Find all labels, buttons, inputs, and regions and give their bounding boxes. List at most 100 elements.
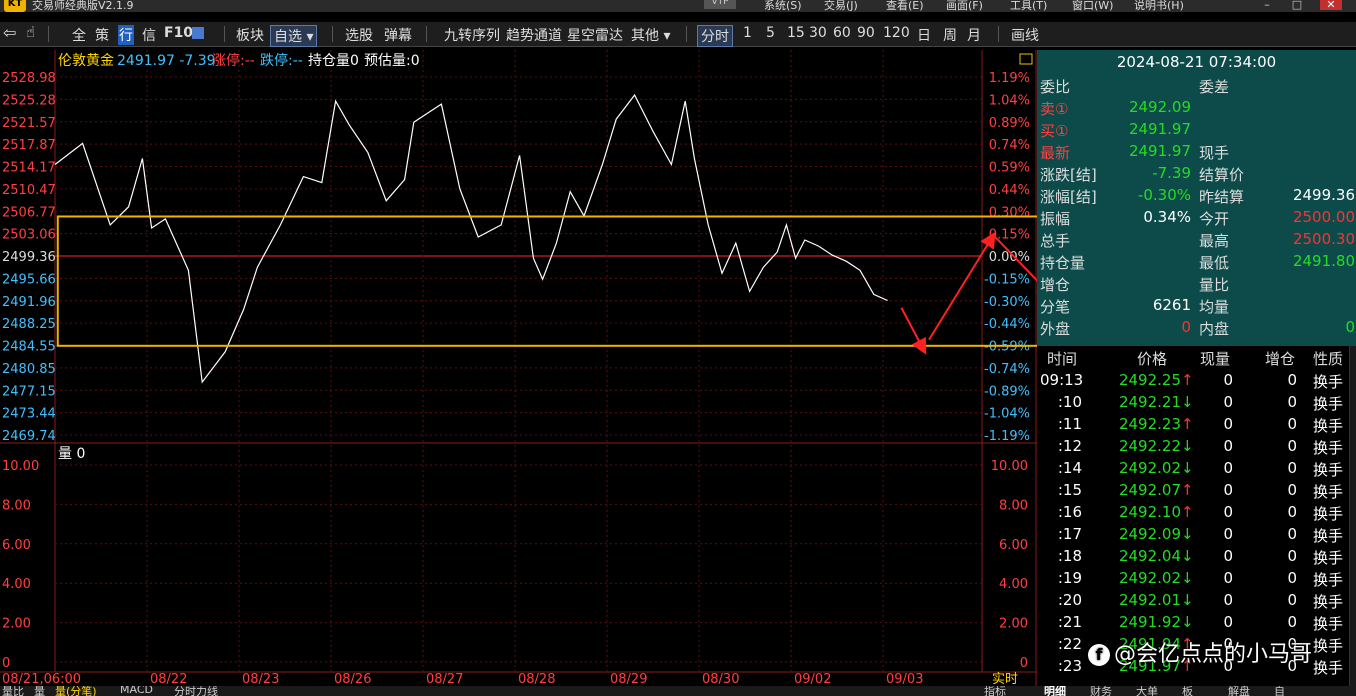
- indicator-tab[interactable]: 量: [34, 686, 45, 696]
- toolbar-sector[interactable]: 板块: [236, 25, 264, 45]
- intraday-chart[interactable]: 2528.98 1.19% 2525.28 1.04% 2521.57 0.89% 2517…: [0, 50, 1037, 686]
- menu-1[interactable]: 交易(J): [824, 0, 858, 12]
- tick-row[interactable]: :15 2492.07 ↑ 0 0 换手: [1037, 481, 1356, 503]
- toolbar-strategy[interactable]: 策: [95, 25, 109, 45]
- tick-cell: 换手: [1313, 527, 1344, 545]
- toolbar-quote[interactable]: 行: [118, 25, 134, 45]
- menu-3[interactable]: 画面(F): [946, 0, 983, 12]
- menu-2[interactable]: 查看(E): [886, 0, 924, 12]
- panel-tab[interactable]: 自: [1274, 686, 1285, 696]
- toolbar: ⇦ ☝ 全 策 行 信 F10 板块 自选 ▾ 选股 弹幕 九转序列 趋势通道 …: [0, 22, 1356, 47]
- menu-5[interactable]: 窗口(W): [1072, 0, 1113, 12]
- tick-row[interactable]: :12 2492.22 ↓ 0 0 换手: [1037, 437, 1356, 459]
- toolbar-screener[interactable]: 选股: [345, 25, 373, 45]
- menu-4[interactable]: 工具(T): [1010, 0, 1047, 12]
- toolbar-f10[interactable]: F10: [164, 25, 193, 41]
- tick-cell: ↓: [1181, 591, 1194, 609]
- pct-tick-label: -0.89%: [984, 384, 1030, 399]
- period-15[interactable]: 15: [787, 25, 805, 41]
- volume-tick-label: 2.00: [2, 617, 31, 632]
- period-day[interactable]: 日: [917, 25, 931, 45]
- menu-0[interactable]: 系统(S): [764, 0, 802, 12]
- tick-row[interactable]: :10 2492.21 ↓ 0 0 换手: [1037, 393, 1356, 415]
- tick-cell: 换手: [1313, 659, 1344, 677]
- quote-label: 委比: [1040, 78, 1071, 96]
- volume-tick-label: 8.00: [999, 498, 1028, 513]
- minimize-icon[interactable]: –: [1256, 0, 1278, 11]
- tick-cell: 2492.02: [1118, 569, 1181, 587]
- period-week[interactable]: 周: [943, 25, 957, 45]
- quote-value: 2491.97: [1128, 142, 1191, 160]
- tick-header: 时间: [1047, 350, 1078, 368]
- toolbar-star-radar[interactable]: 星空雷达: [567, 25, 623, 45]
- tick-row[interactable]: 09:13 2492.25 ↑ 0 0 换手: [1037, 371, 1356, 393]
- quote-label: 振幅: [1040, 210, 1071, 228]
- period-month[interactable]: 月: [967, 25, 981, 45]
- pct-tick-label: -0.30%: [984, 295, 1030, 310]
- watchlist-select[interactable]: 自选 ▾: [270, 25, 318, 47]
- y-tick-label: 2528.98: [2, 71, 56, 86]
- tick-row[interactable]: :16 2492.10 ↑ 0 0 换手: [1037, 503, 1356, 525]
- period-intraday[interactable]: 分时: [697, 25, 733, 47]
- toolbar-other[interactable]: 其他 ▾: [631, 25, 670, 45]
- indicator-tab[interactable]: 分时力线: [174, 686, 218, 696]
- tick-row[interactable]: :17 2492.09 ↓ 0 0 换手: [1037, 525, 1356, 547]
- panel-tab[interactable]: 板: [1182, 686, 1193, 696]
- quote-value: 2499.36: [1292, 186, 1355, 204]
- tick-cell: 2492.23: [1118, 415, 1181, 433]
- tick-cell: ↓: [1181, 569, 1194, 587]
- indicator-tab[interactable]: 量比: [2, 686, 24, 696]
- panel-tab[interactable]: 财务: [1090, 686, 1112, 696]
- tick-row[interactable]: :14 2492.02 ↓ 0 0 换手: [1037, 459, 1356, 481]
- tick-cell: 2492.25: [1118, 371, 1181, 389]
- tick-row[interactable]: :19 2492.02 ↓ 0 0 换手: [1037, 569, 1356, 591]
- tick-cell: 换手: [1313, 637, 1344, 655]
- panel-tab[interactable]: 大单: [1136, 686, 1158, 696]
- vtp-badge[interactable]: VTP: [704, 0, 736, 9]
- y-tick-label: 2473.44: [2, 407, 56, 422]
- tick-cell: :18: [1057, 547, 1082, 565]
- toolbar-draw-line[interactable]: 画线: [1011, 25, 1039, 45]
- tick-scrollbar[interactable]: [1349, 346, 1356, 686]
- hand-icon[interactable]: ☝: [26, 23, 35, 41]
- toolbar-all[interactable]: 全: [72, 25, 86, 45]
- panel-tab[interactable]: 明细: [1044, 686, 1066, 696]
- period-1[interactable]: 1: [743, 25, 752, 41]
- bottom-tabs: 量比量量(分笔) MACD 分时力线 指标 明细 财务 大单 板 解盘 自: [0, 686, 1356, 696]
- y-tick-label: 2521.57: [2, 116, 56, 131]
- indicator-tab[interactable]: MACD: [120, 686, 153, 696]
- tick-cell: 0: [1287, 547, 1297, 565]
- period-90[interactable]: 90: [857, 25, 875, 41]
- tick-cell: 换手: [1313, 439, 1344, 457]
- quote-label: 量比: [1199, 276, 1230, 294]
- quote-label: 结算价: [1199, 166, 1245, 184]
- indicator-label[interactable]: 指标: [984, 686, 1006, 696]
- layout-icon[interactable]: [192, 27, 204, 39]
- period-60[interactable]: 60: [833, 25, 851, 41]
- toolbar-nine-turn[interactable]: 九转序列: [444, 25, 500, 45]
- quote-label: 最高: [1199, 232, 1230, 250]
- toolbar-info[interactable]: 信: [142, 25, 156, 45]
- indicator-tab[interactable]: 量(分笔): [55, 686, 97, 696]
- facebook-icon: f: [1088, 644, 1110, 666]
- period-5[interactable]: 5: [766, 25, 775, 41]
- tick-row[interactable]: :21 2491.92 ↓ 0 0 换手: [1037, 613, 1356, 635]
- period-120[interactable]: 120: [883, 25, 910, 41]
- tick-row[interactable]: :11 2492.23 ↑ 0 0 换手: [1037, 415, 1356, 437]
- maximize-icon[interactable]: □: [1286, 0, 1308, 11]
- toolbar-barrage[interactable]: 弹幕: [384, 25, 412, 45]
- tick-cell: 0: [1287, 525, 1297, 543]
- pct-tick-label: 1.04%: [989, 93, 1030, 108]
- close-icon[interactable]: ✕: [1320, 0, 1342, 11]
- tick-cell: ↓: [1181, 613, 1194, 631]
- menu-6[interactable]: 说明书(H): [1134, 0, 1184, 12]
- back-icon[interactable]: ⇦: [3, 23, 16, 42]
- tick-cell: 换手: [1313, 395, 1344, 413]
- tick-cell: 0: [1223, 459, 1233, 477]
- period-30[interactable]: 30: [809, 25, 827, 41]
- tick-row[interactable]: :20 2492.01 ↓ 0 0 换手: [1037, 591, 1356, 613]
- panel-tab[interactable]: 解盘: [1228, 686, 1250, 696]
- toolbar-trend-channel[interactable]: 趋势通道: [506, 25, 562, 45]
- x-tick-label: 09/03: [886, 672, 923, 686]
- tick-row[interactable]: :18 2492.04 ↓ 0 0 换手: [1037, 547, 1356, 569]
